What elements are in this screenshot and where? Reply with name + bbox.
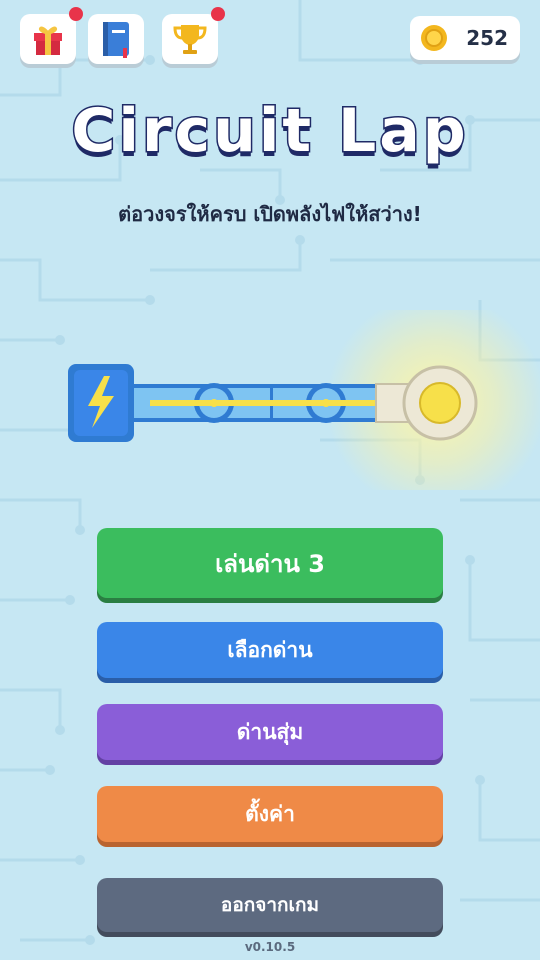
journal-button[interactable] — [88, 14, 144, 64]
game-title: Circuit Lap — [70, 95, 469, 168]
gift-notification-dot — [69, 7, 83, 21]
exit-game-button[interactable]: ออกจากเกม — [97, 878, 443, 932]
gift-button[interactable] — [20, 7, 83, 64]
circuit-illustration — [68, 310, 540, 490]
achievements-button[interactable] — [162, 7, 225, 64]
play-level-label: เล่นด่าน 3 — [215, 549, 325, 578]
coin-count: 252 — [466, 26, 508, 50]
select-level-button[interactable]: เลือกด่าน — [97, 622, 443, 678]
exit-game-label: ออกจากเกม — [220, 894, 320, 916]
settings-button[interactable]: ตั้งค่า — [97, 786, 443, 842]
coin-counter: 252 — [410, 16, 520, 60]
trophy-icon — [173, 25, 207, 54]
book-icon — [103, 22, 129, 58]
power-source-icon — [68, 364, 134, 442]
gift-icon — [34, 26, 62, 55]
version-label: v0.10.5 — [244, 940, 296, 954]
achievements-notification-dot — [211, 7, 225, 21]
random-level-button[interactable]: ด่านสุ่ม — [97, 704, 443, 760]
select-level-label: เลือกด่าน — [227, 637, 313, 662]
random-level-label: ด่านสุ่ม — [236, 719, 304, 744]
game-subtitle: ต่อวงจรให้ครบ เปิดพลังไฟให้สว่าง! — [118, 202, 422, 226]
wire-segments — [120, 383, 390, 423]
coin-icon — [421, 25, 447, 51]
settings-label: ตั้งค่า — [245, 801, 295, 826]
play-level-button[interactable]: เล่นด่าน 3 — [97, 528, 443, 598]
